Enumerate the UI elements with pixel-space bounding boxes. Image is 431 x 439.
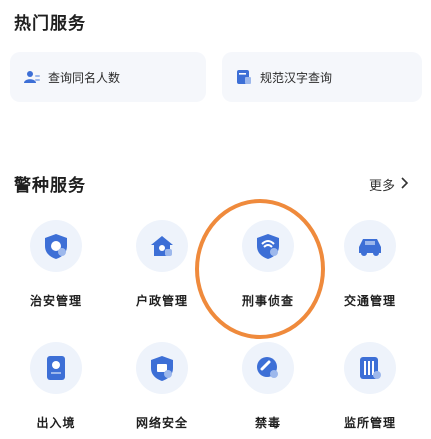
shield-badge-icon xyxy=(30,220,82,272)
service-label: 户政管理 xyxy=(135,294,188,308)
prison-bars-icon xyxy=(344,342,396,394)
service-public-security[interactable]: 治安管理 xyxy=(6,220,106,309)
service-label: 禁毒 xyxy=(254,416,281,430)
service-label: 治安管理 xyxy=(29,294,82,308)
shield-check-icon xyxy=(136,342,188,394)
more-link[interactable]: 更多 xyxy=(369,175,409,194)
service-detention[interactable]: 监所管理 xyxy=(320,342,420,431)
service-label: 刑事侦查 xyxy=(241,294,294,308)
hot-item-chinese-char-query[interactable]: 规范汉字查询 xyxy=(222,52,422,102)
car-icon xyxy=(344,220,396,272)
police-services-title: 警种服务 xyxy=(14,176,86,196)
service-anti-drug[interactable]: 禁毒 xyxy=(218,342,318,431)
hot-item-same-name-query[interactable]: 查询同名人数 xyxy=(10,52,206,102)
hot-item-label: 规范汉字查询 xyxy=(260,70,333,85)
service-criminal-investigation[interactable]: 刑事侦查 xyxy=(218,220,318,309)
hot-services-title: 热门服务 xyxy=(14,14,86,34)
hot-item-label: 查询同名人数 xyxy=(48,70,121,85)
service-exit-entry[interactable]: 出入境 xyxy=(6,342,106,431)
service-label: 交通管理 xyxy=(343,294,396,308)
service-cyber-security[interactable]: 网络安全 xyxy=(112,342,212,431)
house-icon xyxy=(136,220,188,272)
person-icon xyxy=(24,70,40,84)
passport-icon xyxy=(30,342,82,394)
service-label: 监所管理 xyxy=(343,416,396,430)
service-household[interactable]: 户政管理 xyxy=(112,220,212,309)
service-label: 出入境 xyxy=(36,416,76,430)
chevron-right-icon xyxy=(401,176,409,193)
more-label: 更多 xyxy=(368,179,395,194)
pill-icon xyxy=(242,342,294,394)
service-label: 网络安全 xyxy=(135,416,188,430)
service-traffic[interactable]: 交通管理 xyxy=(320,220,420,309)
document-bookmark-icon xyxy=(236,69,252,85)
shield-wave-icon xyxy=(242,220,294,272)
